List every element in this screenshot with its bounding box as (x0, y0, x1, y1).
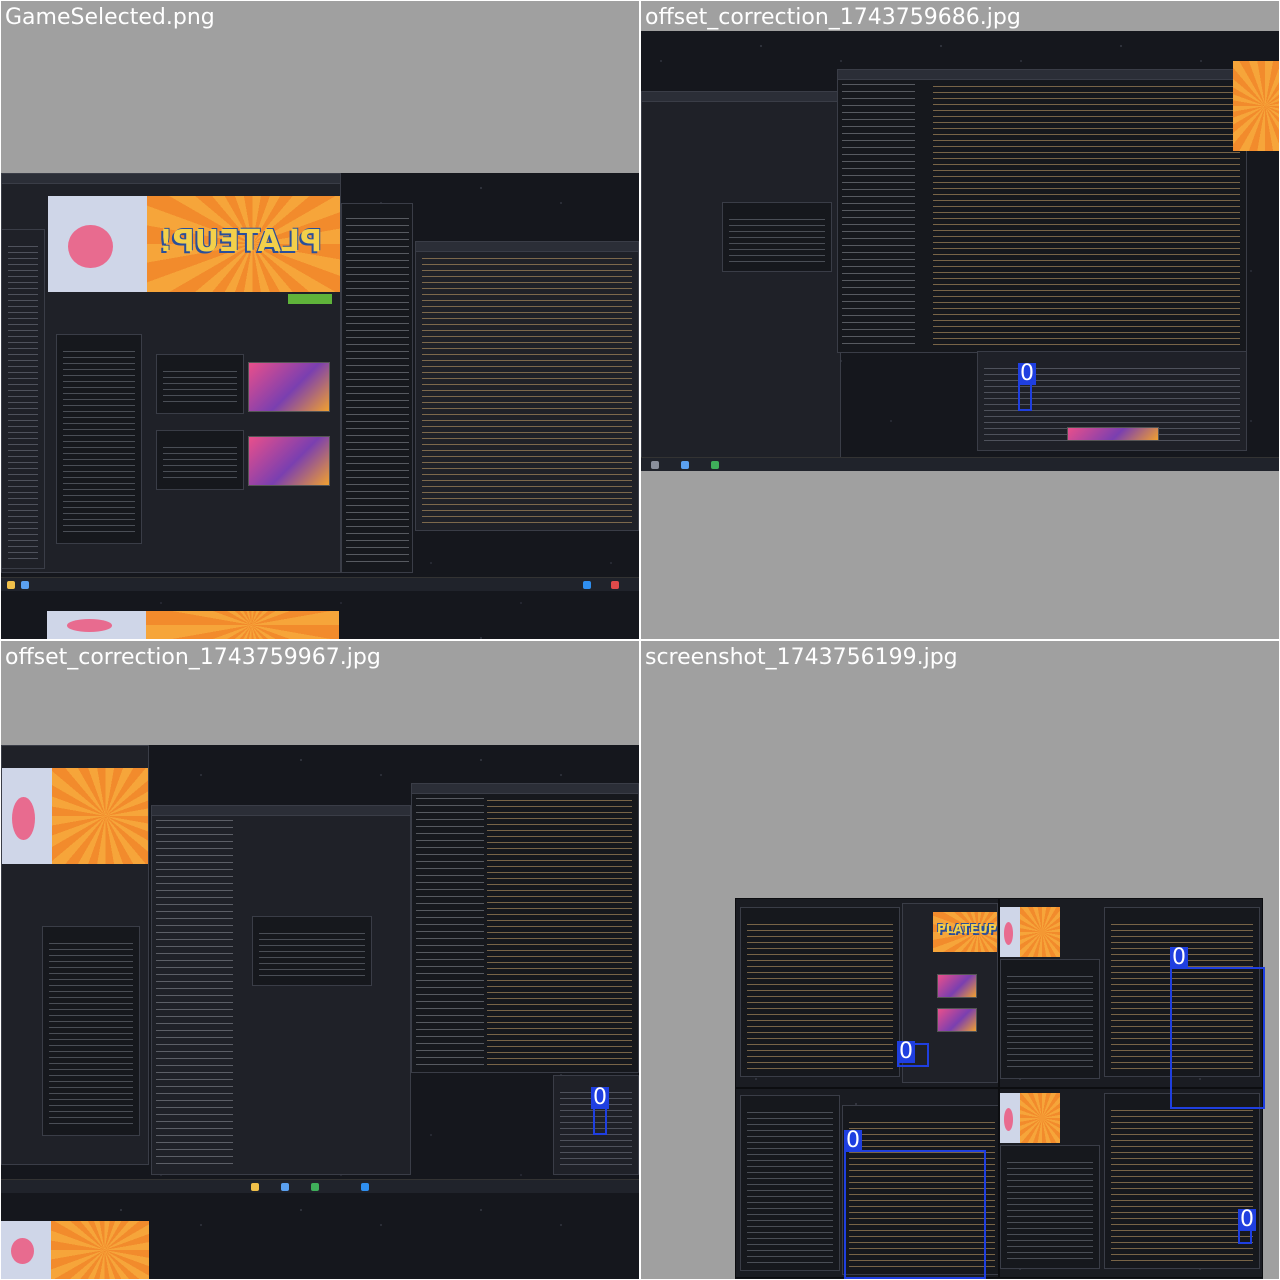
game-banner (2, 768, 148, 864)
tile-offset-correction-2: offset_correction_1743759967.jpg 0 (1, 641, 639, 1279)
monitor-quadrant: PLATEUP! (735, 898, 999, 1088)
game-logo: PLATEUP! (937, 922, 997, 936)
detection-box (1170, 967, 1265, 1109)
detection-label: 0 (1238, 1207, 1256, 1232)
chat-window (151, 805, 411, 1175)
tile-screenshot: screenshot_1743756199.jpg PLATEUP! 0 0 0… (641, 641, 1279, 1279)
detection-label: 0 (844, 1128, 862, 1153)
game-thumbnail (248, 436, 330, 486)
news-card (156, 354, 244, 414)
detection-label: 0 (1018, 361, 1036, 386)
tile-caption: offset_correction_1743759686.jpg (645, 5, 1021, 30)
detection-label: 0 (1170, 945, 1188, 970)
detection-label: 0 (897, 1039, 915, 1064)
code-editor-window (415, 241, 639, 531)
game-logo: PLATEUP! (159, 224, 322, 259)
desktop-screenshot: PLATEUP! (1, 173, 639, 639)
desktop-screenshot (1, 745, 639, 1279)
left-panel (1, 229, 45, 569)
code-editor-window (837, 69, 1247, 353)
tile-caption: GameSelected.png (5, 5, 215, 30)
game-thumbnail (1067, 427, 1159, 441)
taskbar (1, 577, 639, 591)
taskbar (1, 1179, 639, 1193)
monitor-quadrant (999, 1088, 1263, 1278)
chat-bubble (252, 916, 372, 986)
file-list-window (341, 203, 413, 573)
game-banner (1233, 61, 1279, 151)
desktop-screenshot (641, 31, 1279, 471)
game-banner: PLATEUP! (48, 196, 340, 292)
tile-offset-correction-1: offset_correction_1743759686.jpg 0 (641, 1, 1279, 639)
detection-label: 0 (591, 1085, 609, 1110)
game-banner-repeat (1, 1221, 149, 1279)
news-card (156, 430, 244, 490)
game-banner-repeat (47, 611, 339, 639)
store-side-panel (42, 926, 140, 1136)
chat-bubble (722, 202, 832, 272)
tile-game-selected: GameSelected.png PLATEUP! (1, 1, 639, 639)
detection-box (844, 1150, 986, 1279)
store-side-panel (56, 334, 142, 544)
game-banner: PLATEUP! (933, 912, 997, 952)
chat-window (641, 91, 841, 461)
taskbar (641, 457, 1279, 471)
store-window (1, 745, 149, 1165)
game-thumbnail (248, 362, 330, 412)
play-button[interactable] (288, 294, 332, 304)
tile-caption: offset_correction_1743759967.jpg (5, 645, 381, 670)
code-editor-window (411, 783, 639, 1073)
store-window: PLATEUP! (1, 173, 341, 573)
image-grid: GameSelected.png PLATEUP! offset_correct… (0, 0, 1280, 1280)
tile-caption: screenshot_1743756199.jpg (645, 645, 958, 670)
